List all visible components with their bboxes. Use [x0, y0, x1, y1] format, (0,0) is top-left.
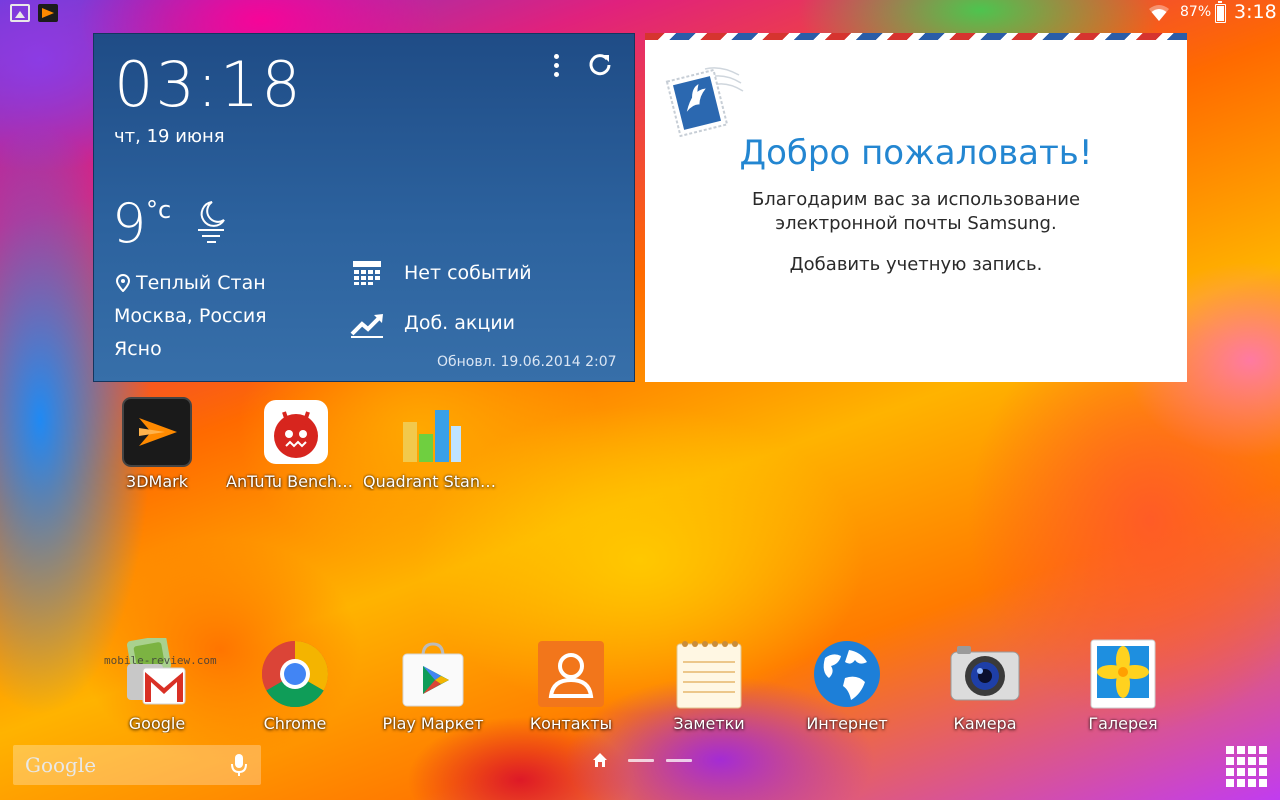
watermark: mobile-review.com — [104, 654, 217, 667]
apps-grid-dot — [1248, 757, 1256, 765]
antutu-icon — [260, 396, 332, 468]
location-region: Москва, Россия — [114, 305, 267, 327]
apps-grid-dot — [1226, 779, 1234, 787]
apps-grid-dot — [1226, 757, 1234, 765]
temperature: 9 — [112, 192, 147, 255]
add-account-link[interactable]: Добавить учетную запись. — [645, 254, 1187, 275]
gallery-icon — [1087, 638, 1159, 710]
status-time: 3:18 — [1234, 1, 1277, 23]
location-pin-icon — [116, 274, 130, 292]
apps-grid-dot — [1259, 757, 1267, 765]
play-store-icon — [397, 638, 469, 710]
menu-icon[interactable] — [551, 52, 561, 82]
calendar-events[interactable]: Нет событий — [404, 262, 532, 284]
weather-location[interactable]: Теплый Стан — [116, 272, 266, 294]
stamp-icon — [665, 67, 744, 138]
dock-notes[interactable]: Заметки — [639, 638, 779, 733]
welcome-title: Добро пожаловать! — [739, 133, 1093, 173]
3dmark-icon — [121, 396, 193, 468]
contacts-icon — [535, 638, 607, 710]
clock-time: 03:18 — [114, 48, 303, 121]
app-quadrant[interactable]: Quadrant Standard — [363, 396, 503, 491]
apps-grid-dot — [1259, 746, 1267, 754]
apps-grid-dot — [1259, 779, 1267, 787]
app-label: Галерея — [1088, 714, 1158, 733]
apps-grid-icon[interactable] — [1224, 744, 1268, 788]
stocks-chart-icon — [350, 314, 383, 338]
moon-icon — [198, 201, 225, 243]
home-icon[interactable] — [592, 752, 608, 768]
apps-grid-dot — [1226, 746, 1234, 754]
welcome-message-line2: электронной почты Samsung. — [775, 213, 1057, 234]
apps-grid-dot — [1248, 779, 1256, 787]
battery-icon — [1215, 1, 1226, 23]
page-indicator[interactable] — [592, 752, 702, 768]
quadrant-icon — [397, 396, 469, 468]
app-3dmark[interactable]: 3DMark — [87, 396, 227, 491]
apps-grid-dot — [1259, 768, 1267, 776]
wifi-icon — [1149, 5, 1169, 21]
apps-grid-dot — [1237, 746, 1245, 754]
temperature-unit: °c — [146, 196, 172, 224]
calendar-icon — [353, 261, 381, 285]
dock-play-store[interactable]: Play Маркет — [363, 638, 503, 733]
apps-grid-dot — [1248, 768, 1256, 776]
app-label: Интернет — [806, 714, 888, 733]
app-label: Заметки — [673, 714, 745, 733]
notes-icon — [673, 638, 745, 710]
chrome-icon — [259, 638, 331, 710]
refresh-icon[interactable] — [587, 52, 613, 78]
status-bar: 87% 3:18 — [0, 0, 1280, 26]
page-dot[interactable] — [666, 759, 692, 762]
welcome-message-line1: Благодарим вас за использование — [751, 189, 1081, 210]
app-label: 3DMark — [126, 472, 188, 491]
app-label: Камера — [953, 714, 1017, 733]
app-label: Chrome — [263, 714, 327, 733]
app-label: AnTuTu Benchmark — [226, 472, 366, 491]
apps-grid-dot — [1237, 768, 1245, 776]
page-dot[interactable] — [628, 759, 654, 762]
apps-grid-dot — [1237, 779, 1245, 787]
dock-contacts[interactable]: Контакты — [501, 638, 641, 733]
app-label: Контакты — [529, 714, 613, 733]
weather-condition: Ясно — [114, 338, 162, 360]
dock-camera[interactable]: Камера — [915, 638, 1055, 733]
google-logo: Google — [25, 753, 97, 777]
internet-icon — [811, 638, 883, 710]
camera-icon — [949, 638, 1021, 710]
apps-grid-dot — [1226, 768, 1234, 776]
updated-timestamp: Обновл. 19.06.2014 2:07 — [437, 354, 617, 370]
app-antutu[interactable]: AnTuTu Benchmark — [226, 396, 366, 491]
app-label: Google — [128, 714, 186, 733]
microphone-icon[interactable] — [231, 753, 247, 777]
app-label: Play Маркет — [382, 714, 484, 733]
gallery-notification-icon[interactable] — [10, 4, 30, 22]
add-stocks[interactable]: Доб. акции — [404, 312, 515, 334]
google-search-bar[interactable]: Google — [13, 745, 261, 785]
battery-percent: 87% — [1180, 4, 1212, 20]
location-name: Теплый Стан — [136, 272, 266, 294]
3dmark-notification-icon[interactable] — [38, 4, 58, 22]
dock-google-folder[interactable]: Google — [87, 635, 227, 733]
apps-grid-dot — [1237, 757, 1245, 765]
dock-chrome[interactable]: Chrome — [225, 638, 365, 733]
clock-date: чт, 19 июня — [114, 126, 225, 147]
google-folder-icon — [121, 635, 193, 710]
weather-clock-widget[interactable]: 03:18 чт, 19 июня 9 °c Теплый Стан Москв… — [93, 33, 635, 382]
dock-internet[interactable]: Интернет — [777, 638, 917, 733]
dock-gallery[interactable]: Галерея — [1053, 638, 1193, 733]
apps-grid-dot — [1248, 746, 1256, 754]
airmail-stripe — [645, 33, 1187, 40]
email-welcome-widget[interactable]: Добро пожаловать! Благодарим вас за испо… — [645, 33, 1187, 382]
app-label: Quadrant Standard — [363, 472, 503, 491]
